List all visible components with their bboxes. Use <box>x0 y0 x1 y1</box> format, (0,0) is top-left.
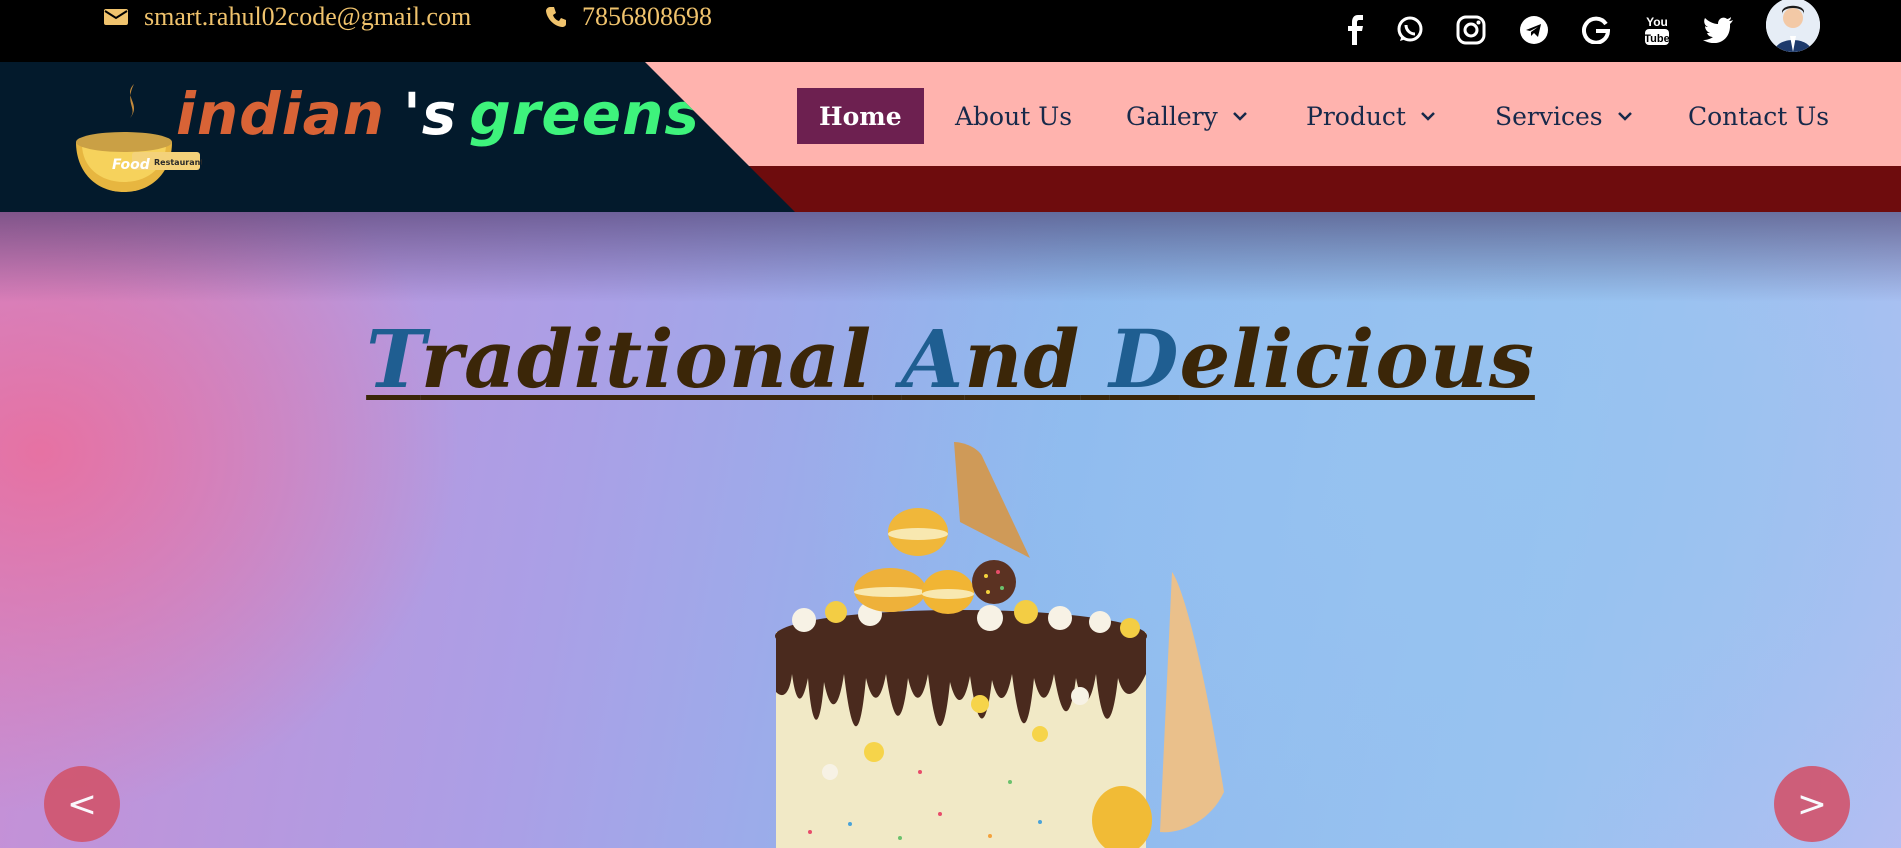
google-icon[interactable] <box>1576 10 1616 50</box>
nav-about-label: About Us <box>955 101 1073 131</box>
twitter-icon[interactable] <box>1698 10 1738 50</box>
nav-gallery-label: Gallery <box>1126 101 1218 131</box>
brand-panel: Food Restaurant indian 's greens <box>0 62 795 212</box>
cake-image <box>775 442 1224 848</box>
nav-contact-label: Contact Us <box>1688 101 1830 131</box>
brand-word-apostrophe-s: 's <box>403 80 458 148</box>
brand-wordmark[interactable]: indian 's greens <box>176 80 700 148</box>
nav-contact[interactable]: Contact Us <box>1688 88 1829 144</box>
telegram-icon[interactable] <box>1514 10 1554 50</box>
nav-services-label: Services <box>1495 101 1603 131</box>
nav-product-label: Product <box>1306 101 1406 131</box>
email-contact[interactable]: smart.rahul02code@gmail.com <box>104 2 471 32</box>
chevron-down-icon <box>1617 112 1632 121</box>
logo-food-text: Food <box>112 157 151 173</box>
nav-about[interactable]: About Us <box>955 88 1072 144</box>
nav-services[interactable]: Services <box>1495 88 1633 144</box>
waffle-cone-top <box>954 442 1030 558</box>
hero-title: Traditional And Delicious <box>366 312 1535 406</box>
nav-home[interactable]: Home <box>797 88 924 144</box>
phone-icon <box>546 7 566 27</box>
whatsapp-icon[interactable] <box>1390 10 1430 50</box>
brand-word-greens: greens <box>469 80 700 148</box>
chevron-down-icon <box>1232 112 1247 121</box>
svg-text:You: You <box>1646 15 1668 29</box>
carousel-next-button[interactable]: > <box>1774 766 1850 842</box>
brand-word-indian: indian <box>176 80 385 148</box>
user-avatar[interactable] <box>1766 0 1820 52</box>
logo-restaurant-text: Restaurant <box>154 158 202 167</box>
carousel-prev-button[interactable]: < <box>44 766 120 842</box>
waffle-cone-side <box>1160 572 1224 833</box>
phone-text: 7856808698 <box>582 2 712 31</box>
instagram-icon[interactable] <box>1451 10 1491 50</box>
facebook-icon[interactable] <box>1336 10 1376 50</box>
chevron-down-icon <box>1421 112 1435 121</box>
svg-text:Tube: Tube <box>1644 33 1669 45</box>
phone-contact[interactable]: 7856808698 <box>546 2 712 32</box>
hero-slider: Traditional And Delicious < > <box>0 212 1901 848</box>
site-header: Food Restaurant indian 's greens Home Abou… <box>0 62 1901 212</box>
hero-top-shadow <box>0 212 1901 302</box>
nav-product[interactable]: Product <box>1306 88 1436 144</box>
envelope-icon <box>104 9 128 25</box>
top-bar: smart.rahul02code@gmail.com 7856808698 Y… <box>0 0 1901 62</box>
nav-gallery[interactable]: Gallery <box>1126 88 1248 144</box>
youtube-icon[interactable]: You Tube <box>1637 10 1677 50</box>
nav-home-label: Home <box>819 101 902 131</box>
email-text: smart.rahul02code@gmail.com <box>144 2 472 31</box>
